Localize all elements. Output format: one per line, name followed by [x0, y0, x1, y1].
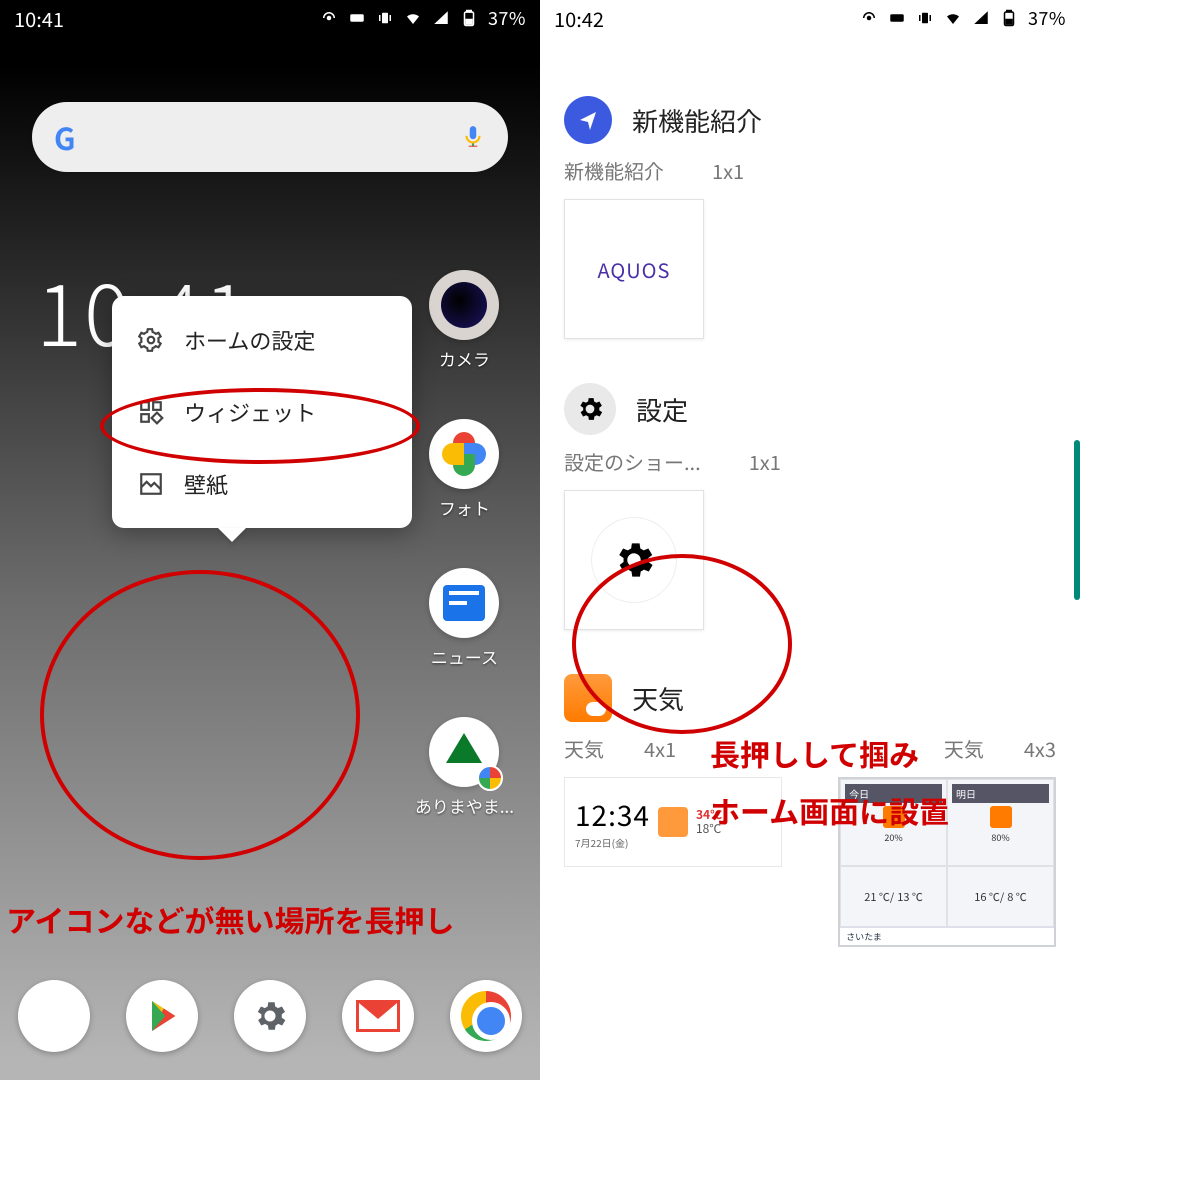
news-icon	[443, 585, 485, 621]
status-bar-left: 10:41 37%	[0, 0, 540, 36]
app-label: ありまやま...	[415, 793, 514, 818]
camera-icon	[441, 282, 487, 328]
battery-percent: 37%	[1028, 5, 1066, 31]
app-label: フォト	[439, 495, 490, 520]
app-label: ニュース	[431, 644, 498, 669]
annotation-text-left: アイコンなどが無い場所を長押し	[6, 896, 455, 943]
widget-name: 天気	[564, 734, 604, 763]
left-screenshot: 10:41 37% G 10:41 カメラ フォト ニュース	[0, 0, 540, 1080]
status-icons: 37%	[320, 5, 526, 31]
sun-icon	[990, 806, 1012, 828]
app-camera[interactable]: カメラ	[429, 270, 499, 371]
widget-name: 天気	[944, 734, 984, 763]
dock-gmail[interactable]	[342, 980, 414, 1052]
play-icon	[142, 996, 182, 1036]
status-time: 10:42	[554, 4, 604, 33]
annotation-circle-widgets	[100, 388, 420, 464]
hotspot-icon	[320, 9, 338, 27]
annotation-circle-empty	[40, 570, 360, 860]
wifi-icon	[404, 9, 422, 27]
photos-icon	[442, 432, 486, 476]
battery-icon	[1000, 9, 1018, 27]
group-title: 設定	[636, 391, 688, 428]
sun-icon	[658, 807, 688, 837]
vibrate-icon	[916, 9, 934, 27]
widget-name: 新機能紹介	[564, 156, 664, 185]
gear-icon	[564, 383, 616, 435]
signal-icon	[432, 9, 450, 27]
aquos-logo: AQUOS	[598, 255, 671, 284]
group-title: 新機能紹介	[632, 102, 762, 139]
app-news[interactable]: ニュース	[429, 568, 499, 669]
status-bar-right: 10:42 37%	[540, 0, 1080, 36]
arima-icon	[446, 733, 482, 763]
vr-icon	[348, 9, 366, 27]
annotation-text-right: 長押しして掴み ホーム画面に設置	[710, 730, 949, 833]
widget-size: 4x1	[644, 734, 676, 763]
dock-chrome[interactable]	[450, 980, 522, 1052]
home-app-column: カメラ フォト ニュース ありまやま...	[415, 270, 514, 818]
ctx-home-settings[interactable]: ホームの設定	[112, 304, 412, 376]
gear-icon	[251, 997, 289, 1035]
dock-play[interactable]	[126, 980, 198, 1052]
app-arimayama[interactable]: ありまやま...	[415, 717, 514, 818]
google-search-bar[interactable]: G	[32, 102, 508, 172]
gear-icon	[138, 327, 164, 353]
right-screenshot: 10:42 37% 新機能紹介 新機能紹介 1x1 AQUOS	[540, 0, 1080, 1080]
battery-percent: 37%	[488, 5, 526, 31]
signal-icon	[972, 9, 990, 27]
app-photos[interactable]: フォト	[429, 419, 499, 520]
status-time: 10:41	[14, 4, 64, 33]
ctx-label: 壁紙	[184, 468, 228, 500]
widget-name: 設定のショー...	[564, 447, 701, 476]
chrome-badge-icon	[477, 765, 503, 791]
gmail-icon	[356, 1000, 400, 1032]
preview-time: 12:34	[575, 795, 650, 835]
chrome-icon	[461, 991, 511, 1041]
widget-group-newfeatures: 新機能紹介 新機能紹介 1x1 AQUOS	[540, 76, 1080, 363]
scrollbar[interactable]	[1074, 440, 1080, 600]
dock	[0, 980, 540, 1052]
preview-location: さいたま	[840, 927, 1054, 945]
preview-date: 7月22日(金)	[575, 835, 650, 850]
app-label: カメラ	[439, 346, 490, 371]
menu-pointer-icon	[218, 528, 246, 542]
vibrate-icon	[376, 9, 394, 27]
share-icon	[564, 96, 612, 144]
annotation-circle-settings-widget	[572, 554, 792, 734]
lightbulb-icon	[37, 999, 71, 1033]
battery-icon	[460, 9, 478, 27]
wifi-icon	[944, 9, 962, 27]
dock-settings[interactable]	[234, 980, 306, 1052]
google-logo-icon: G	[54, 115, 76, 159]
status-icons: 37%	[860, 5, 1066, 31]
ctx-label: ホームの設定	[184, 324, 315, 356]
vr-icon	[888, 9, 906, 27]
widget-size: 1x1	[749, 447, 781, 476]
hotspot-icon	[860, 9, 878, 27]
dock-tips[interactable]	[18, 980, 90, 1052]
widget-aquos-tile[interactable]: AQUOS	[564, 199, 704, 339]
wallpaper-icon	[138, 471, 164, 497]
mic-icon[interactable]	[460, 124, 486, 150]
widget-size: 4x3	[1024, 734, 1056, 763]
widget-size: 1x1	[712, 156, 744, 185]
